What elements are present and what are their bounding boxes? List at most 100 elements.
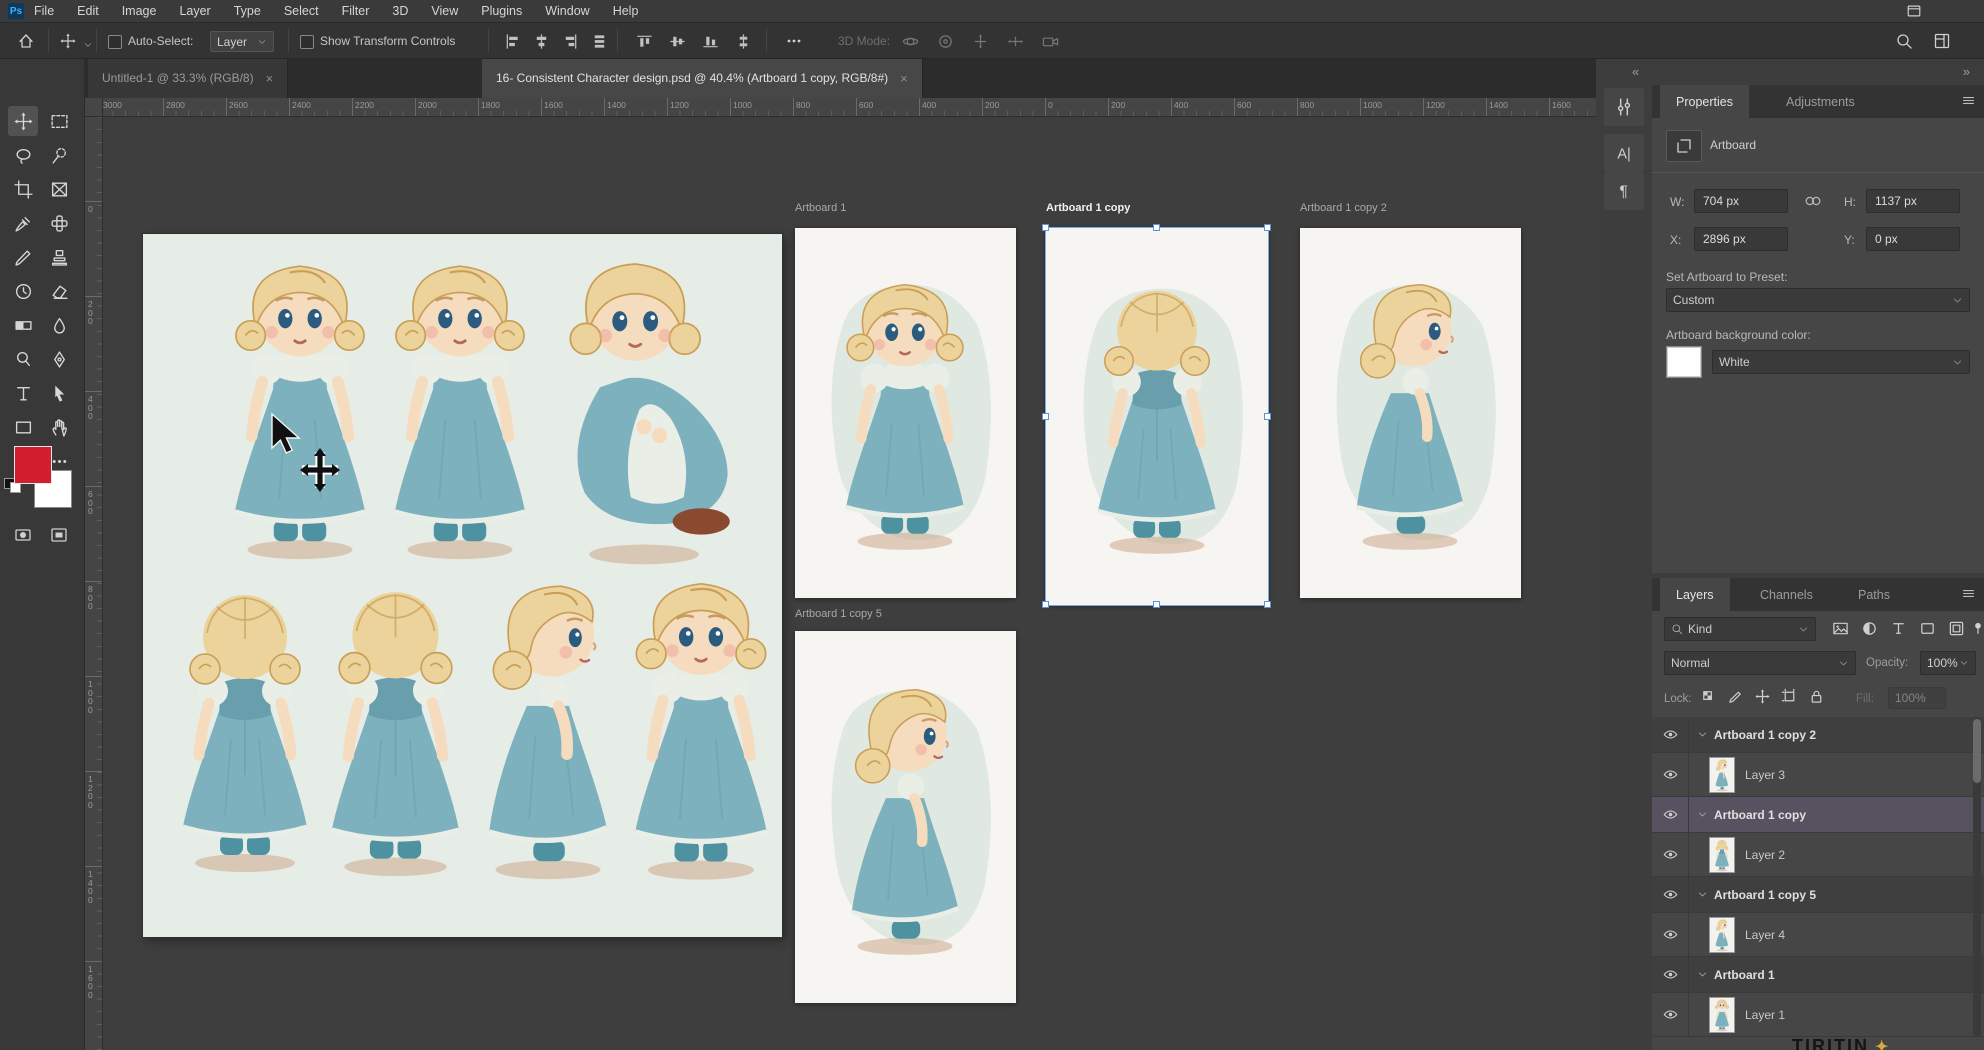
screen-mode-icon[interactable] — [44, 520, 74, 550]
home-icon[interactable] — [16, 31, 36, 51]
shape-layer-icon[interactable] — [1919, 620, 1936, 642]
collapse-panels-icon[interactable]: « — [1632, 64, 1639, 79]
selection-handle[interactable] — [1153, 224, 1160, 231]
fill-dropdown[interactable]: 100% — [1888, 687, 1946, 709]
layer-row[interactable]: Layer 3 — [1652, 753, 1984, 797]
tab-channels[interactable]: Channels — [1744, 578, 1829, 611]
show-transform-checkbox[interactable] — [300, 35, 314, 49]
selection-handle[interactable] — [1042, 413, 1049, 420]
align-left-icon[interactable] — [502, 31, 522, 51]
menu-3d[interactable]: 3D — [392, 4, 408, 18]
expand-panels-icon[interactable]: » — [1963, 64, 1970, 79]
panel-menu-icon[interactable] — [1961, 586, 1976, 606]
menu-view[interactable]: View — [431, 4, 458, 18]
tab-properties[interactable]: Properties — [1660, 85, 1749, 118]
layers-scrollbar[interactable] — [1973, 717, 1981, 1037]
history-brush-tool-icon[interactable] — [8, 276, 38, 306]
preset-dropdown[interactable]: Custom — [1666, 288, 1970, 312]
more-align-options-icon[interactable] — [784, 31, 804, 51]
move-tool-preset-icon[interactable] — [58, 31, 78, 51]
brush-tool-icon[interactable] — [8, 242, 38, 272]
distribute-v-icon[interactable] — [733, 31, 753, 51]
tab-layers[interactable]: Layers — [1660, 578, 1730, 611]
3d-camera-icon[interactable] — [1040, 31, 1060, 51]
window-layout-icon[interactable] — [1906, 3, 1922, 24]
auto-select-target-dropdown[interactable]: Layer — [210, 31, 274, 52]
lock-all-icon[interactable] — [1808, 688, 1825, 710]
artboard-label-1[interactable]: Artboard 1 — [795, 202, 846, 216]
marquee-tool-icon[interactable] — [44, 106, 74, 136]
link-dimensions-icon[interactable] — [1804, 192, 1822, 215]
dodge-tool-icon[interactable] — [8, 344, 38, 374]
selection-handle[interactable] — [1042, 601, 1049, 608]
smart-object-icon[interactable] — [1948, 620, 1965, 642]
layer-filter-dropdown[interactable]: Kind — [1664, 617, 1816, 641]
3d-pan-icon[interactable] — [970, 31, 990, 51]
hand-tool-icon[interactable] — [44, 412, 74, 442]
pixel-layer-icon[interactable] — [1832, 620, 1849, 642]
chevron-down-icon[interactable] — [1697, 889, 1708, 900]
paragraph-panel-icon[interactable]: ¶ — [1604, 172, 1644, 210]
layer-group-row[interactable]: Artboard 1 copy 5 — [1652, 877, 1984, 913]
artboard-label-1-copy-5[interactable]: Artboard 1 copy 5 — [795, 608, 882, 622]
menu-window[interactable]: Window — [545, 4, 589, 18]
width-field[interactable] — [1694, 189, 1788, 213]
artboard-1-copy-2[interactable] — [1300, 228, 1521, 598]
auto-select-checkbox[interactable] — [108, 35, 122, 49]
gradient-tool-icon[interactable] — [8, 310, 38, 340]
document-tab-untitled[interactable]: Untitled-1 @ 33.3% (RGB/8) × — [88, 58, 288, 98]
artboard-1-copy-5[interactable] — [795, 631, 1016, 1003]
selection-handle[interactable] — [1264, 224, 1271, 231]
artboard-1[interactable] — [795, 228, 1016, 598]
menu-layer[interactable]: Layer — [179, 4, 210, 18]
selection-handle[interactable] — [1264, 413, 1271, 420]
layer-row[interactable]: Layer 2 — [1652, 833, 1984, 877]
tab-paths[interactable]: Paths — [1842, 578, 1906, 611]
move-tool-icon[interactable] — [8, 106, 38, 136]
artboard-label-1-copy-2[interactable]: Artboard 1 copy 2 — [1300, 202, 1387, 216]
eye-icon[interactable] — [1652, 717, 1689, 752]
lock-artboard-icon[interactable] — [1781, 688, 1798, 710]
blend-mode-dropdown[interactable]: Normal — [1664, 651, 1856, 675]
layer-group-row[interactable]: Artboard 1 copy — [1652, 797, 1984, 833]
align-right-icon[interactable] — [560, 31, 580, 51]
chevron-down-icon[interactable] — [1697, 809, 1708, 820]
menu-type[interactable]: Type — [234, 4, 261, 18]
menu-image[interactable]: Image — [122, 4, 157, 18]
artboard-bg-dropdown[interactable]: White — [1712, 350, 1970, 374]
chevron-down-icon[interactable] — [1697, 729, 1708, 740]
filter-toggle-icon[interactable] — [1970, 620, 1984, 641]
artboard-label-1-copy[interactable]: Artboard 1 copy — [1046, 202, 1130, 216]
search-icon[interactable] — [1894, 31, 1914, 51]
selection-handle[interactable] — [1153, 601, 1160, 608]
pen-tool-icon[interactable] — [44, 344, 74, 374]
scrollbar-thumb[interactable] — [1973, 719, 1981, 783]
align-center-h-icon[interactable] — [531, 31, 551, 51]
menu-plugins[interactable]: Plugins — [481, 4, 522, 18]
eyedropper-tool-icon[interactable] — [8, 208, 38, 238]
document-tab-character-design[interactable]: 16- Consistent Character design.psd @ 40… — [482, 58, 923, 98]
artboard-bg-swatch[interactable] — [1666, 346, 1702, 378]
frame-tool-icon[interactable] — [44, 174, 74, 204]
tab-close-icon[interactable]: × — [900, 71, 908, 86]
chevron-down-icon[interactable] — [1697, 969, 1708, 980]
eye-icon[interactable] — [1652, 993, 1689, 1036]
quick-mask-icon[interactable] — [8, 520, 38, 550]
clone-stamp-tool-icon[interactable] — [44, 242, 74, 272]
layer-group-row[interactable]: Artboard 1 copy 2 — [1652, 717, 1984, 753]
lock-position-icon[interactable] — [1754, 688, 1771, 710]
align-middle-icon[interactable] — [667, 31, 687, 51]
panel-menu-icon[interactable] — [1961, 93, 1976, 113]
workspace-icon[interactable] — [1932, 31, 1952, 51]
menu-filter[interactable]: Filter — [342, 4, 370, 18]
menu-edit[interactable]: Edit — [77, 4, 99, 18]
tool-preset-chevron-icon[interactable] — [78, 35, 98, 55]
x-field[interactable] — [1694, 227, 1788, 251]
3d-orbit-icon[interactable] — [900, 31, 920, 51]
type-layer-icon[interactable] — [1890, 620, 1907, 642]
selection-handle[interactable] — [1042, 224, 1049, 231]
reference-image[interactable] — [143, 234, 782, 937]
artboard-1-copy[interactable] — [1046, 228, 1268, 605]
brush-settings-panel-icon[interactable] — [1604, 88, 1644, 126]
rectangle-tool-icon[interactable] — [8, 412, 38, 442]
